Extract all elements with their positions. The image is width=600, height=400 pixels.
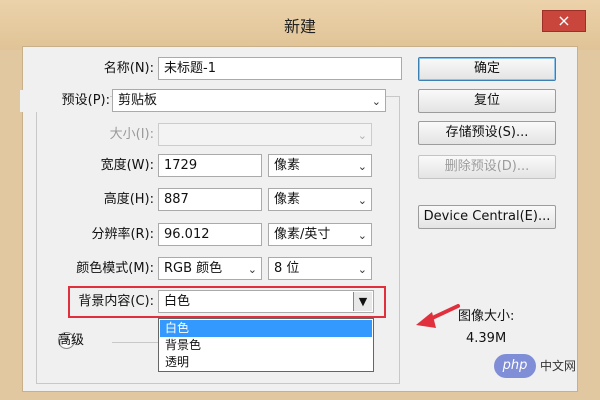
dropdown-option-white[interactable]: 白色 [160, 320, 372, 337]
resolution-unit-select[interactable]: 像素/英寸 ⌄ [268, 223, 372, 246]
dropdown-option-background-color[interactable]: 背景色 [160, 337, 372, 354]
resolution-label: 分辨率(R): [91, 227, 154, 242]
advanced-divider [112, 342, 158, 343]
width-unit-select[interactable]: 像素 ⌄ [268, 154, 372, 177]
chevron-down-icon: ⌄ [357, 229, 367, 242]
height-unit-value: 像素 [274, 192, 301, 207]
title-bar[interactable]: 新建 × [0, 0, 600, 50]
watermark-logo: php [494, 354, 536, 378]
new-document-dialog: 新建 × 名称(N): 未标题-1 预设(P): 剪贴板 ⌄ 大小(I): ⌄ … [0, 0, 600, 400]
height-input[interactable]: 887 [158, 188, 262, 211]
image-size-label: 图像大小: [458, 309, 515, 324]
color-mode-select[interactable]: RGB 颜色 ⌄ [158, 257, 262, 280]
chevron-down-icon: ⌄ [371, 95, 381, 108]
watermark-text: 中文网 [540, 359, 577, 373]
dropdown-option-transparent[interactable]: 透明 [160, 354, 372, 371]
preset-select[interactable]: 剪贴板 ⌄ [112, 89, 386, 112]
background-value: 白色 [164, 294, 191, 309]
width-label: 宽度(W): [100, 158, 154, 173]
dialog-title: 新建 [283, 17, 316, 36]
resolution-input[interactable]: 96.012 [158, 223, 262, 246]
height-label: 高度(H): [103, 192, 154, 207]
bit-depth-select[interactable]: 8 位 ⌄ [268, 257, 372, 280]
name-input[interactable]: 未标题-1 [158, 57, 402, 80]
chevron-down-icon: ⌄ [357, 160, 367, 173]
chevron-down-icon: ⌄ [357, 194, 367, 207]
red-arrow-icon [416, 304, 460, 328]
width-unit-value: 像素 [274, 158, 301, 173]
background-label: 背景内容(C): [78, 294, 154, 309]
color-mode-value: RGB 颜色 [164, 261, 223, 276]
preset-value: 剪贴板 [118, 93, 158, 108]
advanced-label[interactable]: 高级 [0, 330, 84, 352]
width-input[interactable]: 1729 [158, 154, 262, 177]
ok-button[interactable]: 确定 [418, 57, 556, 81]
image-size-value: 4.39M [466, 331, 507, 346]
chevron-down-icon: ⌄ [357, 129, 367, 142]
save-preset-button[interactable]: 存储预设(S)... [418, 121, 556, 145]
delete-preset-button: 删除预设(D)... [418, 155, 556, 179]
close-button[interactable]: × [542, 10, 586, 32]
bit-depth-value: 8 位 [274, 261, 300, 276]
background-dropdown-list: 白色 背景色 透明 [158, 318, 374, 372]
size-label: 大小(I): [109, 127, 154, 142]
device-central-button[interactable]: Device Central(E)... [418, 205, 556, 229]
name-label: 名称(N): [103, 61, 154, 76]
reset-button[interactable]: 复位 [418, 89, 556, 113]
background-select[interactable]: 白色 ▼ [158, 290, 374, 313]
close-icon: × [557, 11, 571, 30]
color-mode-label: 颜色模式(M): [76, 261, 154, 276]
height-unit-select[interactable]: 像素 ⌄ [268, 188, 372, 211]
chevron-down-icon: ⌄ [247, 263, 257, 276]
chevron-down-icon: ⌄ [357, 263, 367, 276]
size-select: ⌄ [158, 123, 372, 146]
watermark: php 中文网 [494, 352, 594, 382]
resolution-unit-value: 像素/英寸 [274, 227, 331, 242]
chevron-down-icon[interactable]: ▼ [353, 292, 372, 311]
preset-label: 预设(P): [20, 90, 110, 112]
